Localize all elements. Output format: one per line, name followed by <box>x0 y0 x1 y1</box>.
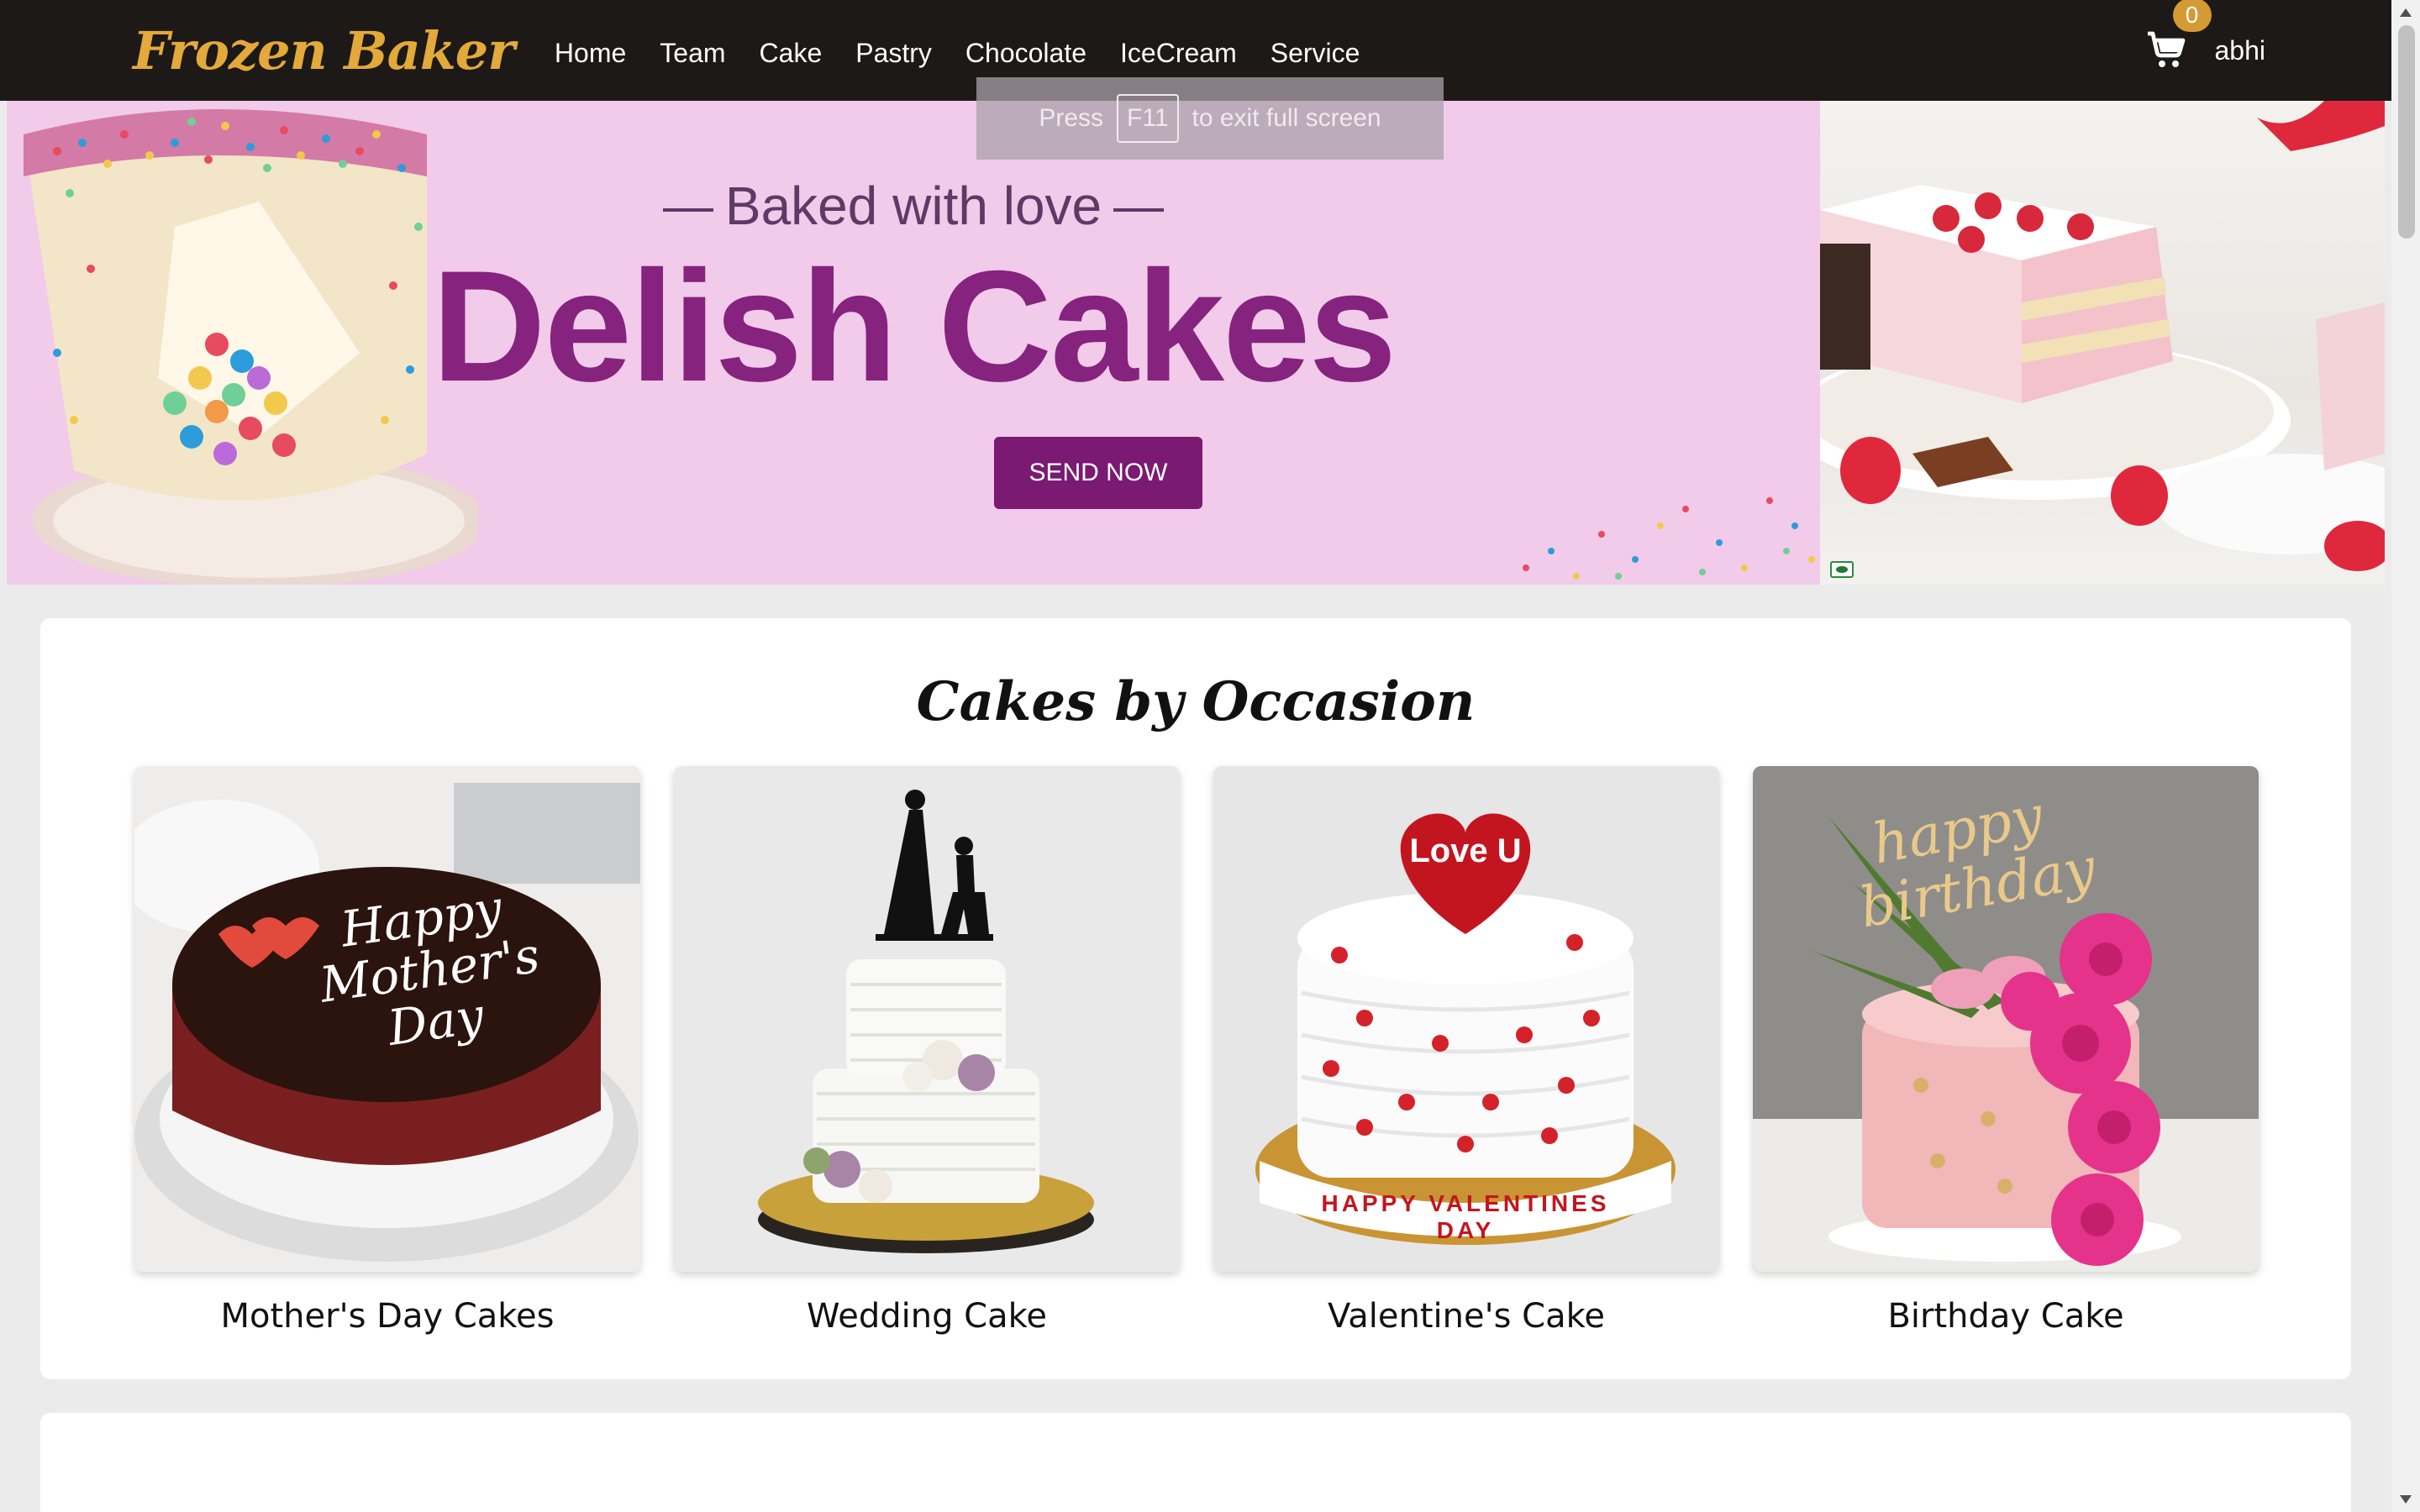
toast-prefix: Press <box>1039 104 1104 132</box>
tagline-line-left <box>662 208 713 213</box>
hero-tagline-text: Baked with love <box>724 176 1102 236</box>
occasion-tile-valentines[interactable]: Love U HAPPY VALENTINES DAY Valentine's … <box>1213 766 1719 1336</box>
birthday-cake-image: happy birthday <box>1753 766 2259 1272</box>
valentines-ribbon-text: HAPPY VALENTINES DAY <box>1321 1190 1610 1243</box>
shopping-cart-icon <box>2147 31 2185 67</box>
send-now-button[interactable]: SEND NOW <box>994 437 1202 509</box>
occasion-label: Wedding Cake <box>807 1297 1047 1336</box>
occasion-section: Cakes by Occasion Happy Mother's Day Mot… <box>40 618 2351 1379</box>
nav-link-pastry[interactable]: Pastry <box>855 38 932 69</box>
nav-links: Home Team Cake Pastry Chocolate IceCream… <box>555 33 1394 69</box>
occasion-tile-mothers-day[interactable]: Happy Mother's Day Mother's Day Cakes <box>134 766 640 1336</box>
fullscreen-toast: Press F11 to exit full screen <box>976 77 1444 160</box>
scroll-down-arrow-icon[interactable] <box>2400 1495 2412 1504</box>
scroll-up-arrow-icon[interactable] <box>2400 8 2412 17</box>
hero-banner: Baked with love Delish Cakes SEND NOW <box>7 101 1820 585</box>
valentines-topper-text: Love U <box>1409 832 1522 869</box>
mothers-day-cake-image: Happy Mother's Day <box>134 766 640 1272</box>
slide-indicator-dot <box>1836 566 1848 573</box>
occasion-tile-wedding[interactable]: Wedding Cake <box>674 766 1180 1336</box>
hero-next-slide <box>1820 101 2385 585</box>
occasion-tile-birthday[interactable]: happy birthday Birthday Cake <box>1753 766 2259 1336</box>
occasion-tiles: Happy Mother's Day Mother's Day Cakes We… <box>134 766 2259 1336</box>
nav-link-chocolate[interactable]: Chocolate <box>965 38 1086 69</box>
sprinkles-decoration <box>1523 497 1815 580</box>
tagline-line-right <box>1113 208 1165 213</box>
nav-link-icecream[interactable]: IceCream <box>1120 38 1237 69</box>
next-section-card <box>40 1413 2351 1512</box>
scroll-thumb[interactable] <box>2398 25 2415 239</box>
mothers-day-cake-text: Happy Mother's Day <box>316 879 544 1057</box>
hero-title: Delish Cakes <box>431 238 1397 414</box>
occasion-label: Valentine's Cake <box>1328 1297 1605 1336</box>
nav-link-service[interactable]: Service <box>1270 38 1360 69</box>
toast-key: F11 <box>1117 94 1179 143</box>
valentines-cake-image: Love U HAPPY VALENTINES DAY <box>1213 766 1719 1272</box>
nav-link-home[interactable]: Home <box>555 38 626 69</box>
slide-indicator[interactable] <box>1830 561 1854 578</box>
cart-count-badge: 0 <box>2172 0 2212 32</box>
cart-button[interactable]: 0 <box>2146 0 2212 71</box>
strawberry-cake-image <box>1820 101 2385 571</box>
page-scrollbar[interactable] <box>2391 0 2420 1512</box>
brand-logo[interactable]: Frozen Baker <box>133 20 515 81</box>
occasion-label: Birthday Cake <box>1887 1297 2124 1336</box>
nav-right: 0 abhi <box>2146 0 2266 101</box>
hero-tagline: Baked with love <box>7 175 1820 237</box>
toast-suffix: to exit full screen <box>1192 104 1381 132</box>
nav-link-cake[interactable]: Cake <box>760 38 823 69</box>
occasion-label: Mother's Day Cakes <box>220 1297 555 1336</box>
wedding-cake-image <box>674 766 1180 1272</box>
user-name[interactable]: abhi <box>2215 35 2266 66</box>
nav-link-team[interactable]: Team <box>660 38 725 69</box>
section-title: Cakes by Occasion <box>916 670 1476 733</box>
